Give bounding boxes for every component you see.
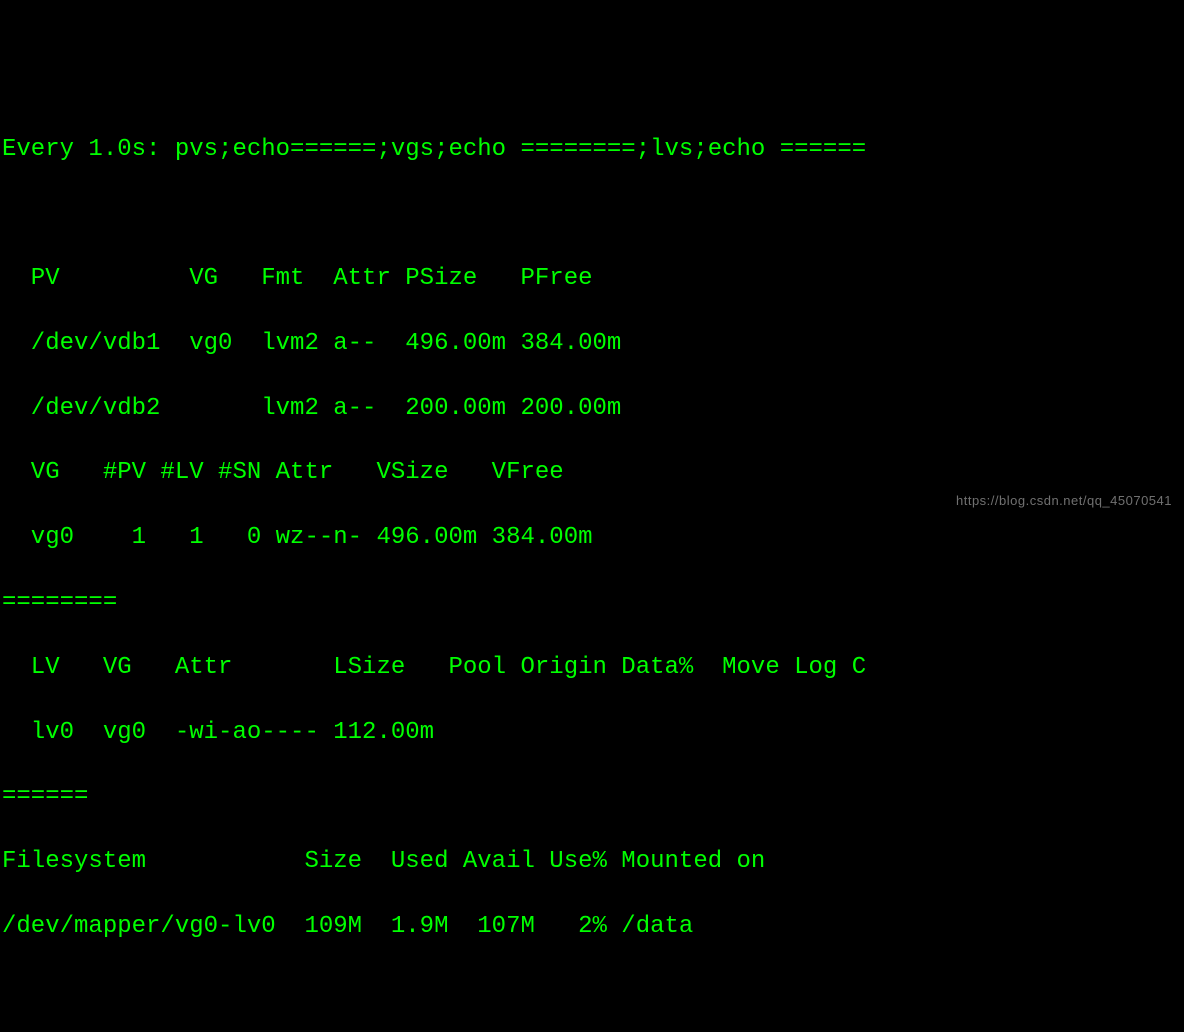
pvs-row: /dev/vdb2 lvm2 a-- 200.00m 200.00m [2, 393, 1182, 425]
pvs-header: PV VG Fmt Attr PSize PFree [2, 263, 1182, 295]
watermark-text: https://blog.csdn.net/qq_45070541 [956, 492, 1172, 510]
separator-line: ======== [2, 587, 1182, 619]
blank-line [2, 198, 1182, 230]
watch-header: Every 1.0s: pvs;echo======;vgs;echo ====… [2, 134, 1182, 166]
pvs-row: /dev/vdb1 vg0 lvm2 a-- 496.00m 384.00m [2, 328, 1182, 360]
lvs-row: lv0 vg0 -wi-ao---- 112.00m [2, 717, 1182, 749]
lvs-header: LV VG Attr LSize Pool Origin Data% Move … [2, 652, 1182, 684]
vgs-row: vg0 1 1 0 wz--n- 496.00m 384.00m [2, 522, 1182, 554]
df-row: /dev/mapper/vg0-lv0 109M 1.9M 107M 2% /d… [2, 911, 1182, 943]
vgs-header: VG #PV #LV #SN Attr VSize VFree [2, 457, 1182, 489]
df-header: Filesystem Size Used Avail Use% Mounted … [2, 846, 1182, 878]
separator-line: ====== [2, 781, 1182, 813]
